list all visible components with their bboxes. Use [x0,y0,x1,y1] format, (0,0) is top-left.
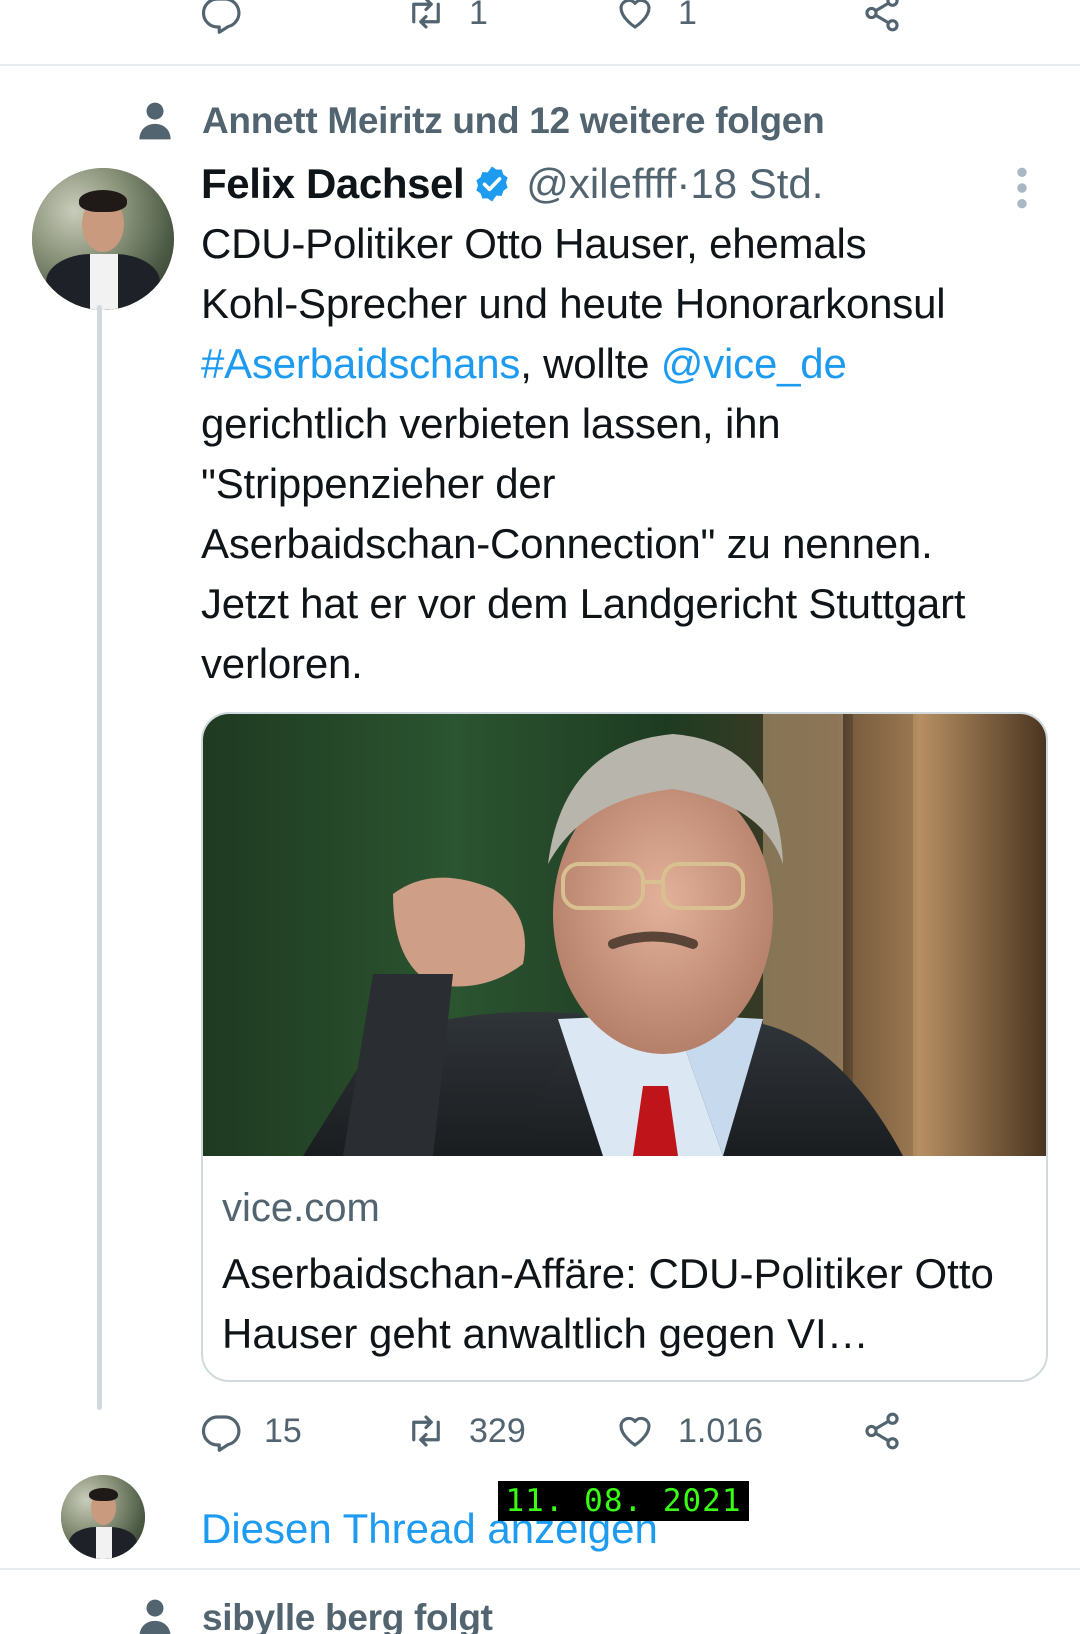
share-icon [865,1412,899,1450]
like-count: 1.016 [678,1411,764,1450]
retweet-button[interactable]: 329 [405,1410,526,1452]
author-avatar[interactable] [32,168,174,310]
tweet-text-line: #Aserbaidschans, wollte @vice_de [201,334,1051,394]
verified-icon [476,166,508,202]
author-handle[interactable]: @xileffff [526,160,676,208]
retweet-icon [412,0,440,29]
share-icon [865,0,899,32]
reply-icon [202,1415,241,1452]
mention-link[interactable]: @vice_de [661,340,847,387]
like-icon [619,0,651,29]
tweet-text-line: gerichtlich verbieten lassen, ihn [201,400,781,447]
tweet-header: Felix Dachsel @xileffff · 18 Std. [201,160,823,208]
reply-count: 15 [264,1411,302,1450]
tweet-text-line: verloren. [201,640,363,687]
share-button[interactable] [861,1410,903,1452]
person-icon [139,102,171,140]
divider [0,1568,1080,1570]
tweet-text-line: Jetzt hat er vor dem Landgericht Stuttga… [201,580,966,627]
like-button[interactable]: 1 [614,0,697,34]
card-image [203,714,1046,1156]
reply-button[interactable] [200,0,242,34]
like-button[interactable]: 1.016 [614,1410,763,1452]
tweet-text-fragment: , wollte [520,340,661,387]
like-icon [619,1416,651,1447]
author-name[interactable]: Felix Dachsel [201,160,465,208]
time-separator: · [676,160,691,207]
tweet-text-line: CDU-Politiker Otto Hauser, ehemals [201,220,867,267]
retweet-count: 1 [469,0,488,32]
link-preview-card[interactable]: vice.com Aserbaidschan-Affäre: CDU-Polit… [201,712,1048,1382]
social-context: Annett Meiritz und 12 weitere folgen [138,100,825,142]
tweet-text-line: Kohl-Sprecher und heute Honorarkonsul [201,280,946,327]
tweet-actions: 15 329 1.016 [0,1410,1080,1466]
thread-avatar[interactable] [61,1475,145,1559]
hashtag-link[interactable]: #Aserbaidschans [201,340,520,387]
card-title: Aserbaidschan-Affäre: CDU-Politiker Otto… [222,1250,994,1357]
more-icon[interactable] [1015,166,1029,210]
date-stamp: 11. 08. 2021 [498,1481,749,1521]
previous-tweet-actions: 1 1 [0,0,1080,66]
card-domain: vice.com [222,1186,380,1230]
retweet-count: 329 [469,1411,526,1450]
like-count: 1 [678,0,697,32]
tweet-text: CDU-Politiker Otto Hauser, ehemals Kohl-… [201,214,1051,694]
tweet-text-line: Aserbaidschan-Connection" zu nennen. [201,520,933,567]
retweet-icon [412,1415,440,1447]
retweet-button[interactable]: 1 [405,0,488,34]
next-social-context-text: sibylle berg folgt [202,1597,493,1634]
person-icon [139,1599,171,1634]
tweet-time[interactable]: 18 Std. [690,160,823,208]
tweet-text-line: "Strippenzieher der [201,460,556,507]
next-social-context: sibylle berg folgt [138,1597,493,1634]
social-context-text: Annett Meiritz und 12 weitere folgen [202,100,825,141]
share-button[interactable] [861,0,903,34]
reply-icon [202,0,241,34]
reply-button[interactable]: 15 [200,1410,302,1452]
thread-line [97,305,102,1410]
